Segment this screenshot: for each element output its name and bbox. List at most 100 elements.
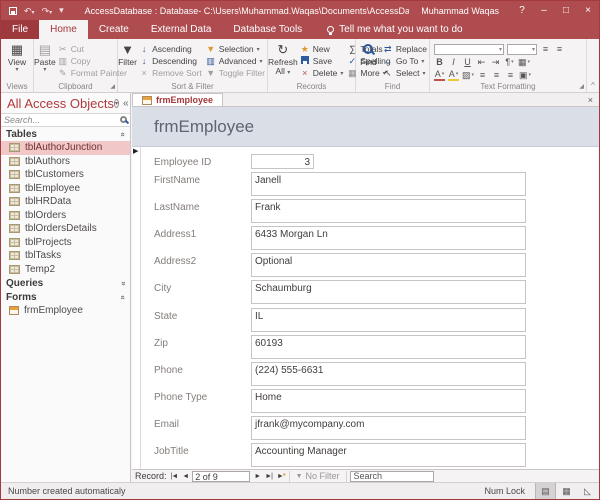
remove-sort-button[interactable]: ×Remove Sort — [137, 67, 204, 79]
section-chevron-icon[interactable]: « — [118, 132, 127, 136]
field-input-employee-id[interactable]: 3 — [251, 154, 314, 169]
datasheet-view-button[interactable]: ▦ — [556, 483, 577, 500]
nav-item-tblOrdersDetails[interactable]: tblOrdersDetails — [1, 222, 130, 236]
align-center-button[interactable]: ≡ — [491, 70, 502, 81]
minimize-button[interactable]: – — [533, 1, 555, 20]
shutter-bar-close-icon[interactable]: « — [123, 98, 129, 109]
form-view-button[interactable]: ▤ — [535, 483, 556, 500]
tab-create[interactable]: Create — [88, 20, 140, 39]
descending-button[interactable]: ↓Descending — [137, 55, 204, 67]
save-record-button[interactable]: Save — [298, 55, 346, 67]
refresh-all-button[interactable]: ↻ Refresh All ▾ — [268, 39, 298, 81]
redo-button[interactable]: ↷▾ — [42, 6, 53, 16]
field-input-zip[interactable]: 60193 — [251, 335, 526, 359]
section-chevron-icon[interactable]: « — [118, 295, 127, 299]
field-input-firstname[interactable]: Janell — [251, 172, 526, 196]
goto-button[interactable]: →Go To▾ — [381, 55, 429, 67]
account-name[interactable]: Muhammad Waqas — [409, 6, 511, 16]
text-formatting-dialog-launcher[interactable]: ◢ — [579, 83, 584, 91]
nav-item-tblEmployee[interactable]: tblEmployee — [1, 182, 130, 196]
font-color-button[interactable]: A▾ — [434, 69, 445, 81]
tab-external-data[interactable]: External Data — [140, 20, 223, 39]
undo-button[interactable]: ↶▾ — [24, 6, 35, 16]
italic-button[interactable]: I — [448, 57, 459, 68]
selection-button[interactable]: ▼Selection▾ — [204, 43, 267, 55]
close-document-icon[interactable]: × — [588, 95, 599, 106]
ascending-button[interactable]: ↓Ascending — [137, 43, 204, 55]
no-filter-button[interactable]: ▼ No Filter — [293, 471, 343, 481]
text-direction-button[interactable]: ¶▾ — [504, 57, 515, 68]
field-input-email[interactable]: jfrank@mycompany.com — [251, 416, 526, 440]
tab-database-tools[interactable]: Database Tools — [222, 20, 313, 39]
view-button[interactable]: ▦ View ▾ — [1, 39, 33, 81]
nav-item-tblCustomers[interactable]: tblCustomers — [1, 168, 130, 182]
background-fill-button[interactable]: ▨▾ — [462, 70, 474, 81]
align-right-button[interactable]: ≡ — [505, 70, 516, 81]
field-input-phone[interactable]: (224) 555-6631 — [251, 362, 526, 386]
nav-pane-menu-icon[interactable]: ▾ — [114, 99, 119, 108]
nav-item-Temp2[interactable]: Temp2 — [1, 263, 130, 277]
nav-section-forms[interactable]: Forms « — [1, 290, 130, 304]
tab-home[interactable]: Home — [39, 20, 88, 39]
filter-button[interactable]: ▼ Filter — [118, 39, 137, 81]
highlight-button[interactable]: A▾ — [448, 69, 459, 81]
design-view-button[interactable]: ◺ — [577, 483, 598, 500]
form-background-button[interactable]: ▣▾ — [519, 70, 531, 81]
numbering-button[interactable]: ≡ — [554, 44, 565, 55]
collapse-ribbon-button[interactable]: ^ — [587, 39, 599, 92]
document-tab-frmEmployee[interactable]: frmEmployee — [132, 93, 223, 106]
nav-item-tblHRData[interactable]: tblHRData — [1, 195, 130, 209]
field-input-address2[interactable]: Optional — [251, 253, 526, 277]
nav-search-input[interactable] — [4, 115, 120, 125]
section-chevron-icon[interactable]: « — [118, 281, 127, 285]
paste-button[interactable]: ▤ Paste ▾ — [34, 39, 56, 81]
align-left-button[interactable]: ≡ — [477, 70, 488, 81]
nav-item-tblAuthors[interactable]: tblAuthors — [1, 155, 130, 169]
record-selector-bar[interactable]: ▶ — [132, 147, 141, 469]
nav-item-tblTasks[interactable]: tblTasks — [1, 249, 130, 263]
bold-button[interactable]: B — [434, 57, 445, 68]
font-size-combo[interactable]: ▾ — [507, 44, 537, 55]
customize-qat-button[interactable]: ▾ — [59, 6, 64, 15]
font-name-combo[interactable]: ▾ — [434, 44, 504, 55]
field-input-address1[interactable]: 6433 Morgan Ln — [251, 226, 526, 250]
nav-item-frmEmployee[interactable]: frmEmployee — [1, 304, 130, 318]
nav-item-tblProjects[interactable]: tblProjects — [1, 236, 130, 250]
previous-record-button[interactable]: ◄ — [181, 471, 189, 482]
gridlines-button[interactable]: ▦▾ — [518, 57, 530, 68]
tab-file[interactable]: File — [1, 20, 39, 39]
new-record-button[interactable]: ★New — [298, 43, 346, 55]
nav-pane-title[interactable]: All Access Objects ▾ « — [1, 93, 130, 113]
field-input-state[interactable]: IL — [251, 308, 526, 332]
find-button[interactable]: Find — [356, 39, 381, 81]
close-button[interactable]: × — [577, 1, 599, 20]
decrease-indent-button[interactable]: ⇤ — [476, 57, 487, 68]
field-input-phone-type[interactable]: Home — [251, 389, 526, 413]
help-button[interactable]: ? — [511, 1, 533, 20]
bullets-button[interactable]: ≡ — [540, 44, 551, 55]
tell-me-box[interactable]: Tell me what you want to do — [313, 20, 462, 39]
last-record-button[interactable]: ►| — [264, 471, 273, 482]
clipboard-dialog-launcher[interactable]: ◢ — [110, 83, 115, 91]
field-input-city[interactable]: Schaumburg — [251, 280, 526, 304]
first-record-button[interactable]: |◄ — [170, 471, 179, 482]
nav-item-tblAuthorJunction[interactable]: tblAuthorJunction — [1, 141, 130, 155]
nav-item-tblOrders[interactable]: tblOrders — [1, 209, 130, 223]
next-record-button[interactable]: ► — [253, 471, 261, 482]
nav-section-tables[interactable]: Tables « — [1, 127, 130, 141]
record-position-box[interactable]: 2 of 9 — [192, 471, 250, 482]
select-button[interactable]: ↖Select▾ — [381, 67, 429, 79]
toggle-filter-button[interactable]: ▼Toggle Filter — [204, 67, 267, 79]
nav-section-queries[interactable]: Queries « — [1, 276, 130, 290]
new-blank-record-button[interactable]: ►* — [276, 471, 286, 482]
underline-button[interactable]: U — [462, 57, 473, 68]
field-input-lastname[interactable]: Frank — [251, 199, 526, 223]
field-input-jobtitle[interactable]: Accounting Manager — [251, 443, 526, 467]
increase-indent-button[interactable]: ⇥ — [490, 57, 501, 68]
maximize-button[interactable]: □ — [555, 1, 577, 20]
delete-record-button[interactable]: ×Delete▾ — [298, 67, 346, 79]
advanced-button[interactable]: ▥Advanced▾ — [204, 55, 267, 67]
record-search-input[interactable] — [350, 471, 434, 482]
replace-button[interactable]: ⇄Replace — [381, 43, 429, 55]
save-icon[interactable] — [9, 7, 17, 15]
